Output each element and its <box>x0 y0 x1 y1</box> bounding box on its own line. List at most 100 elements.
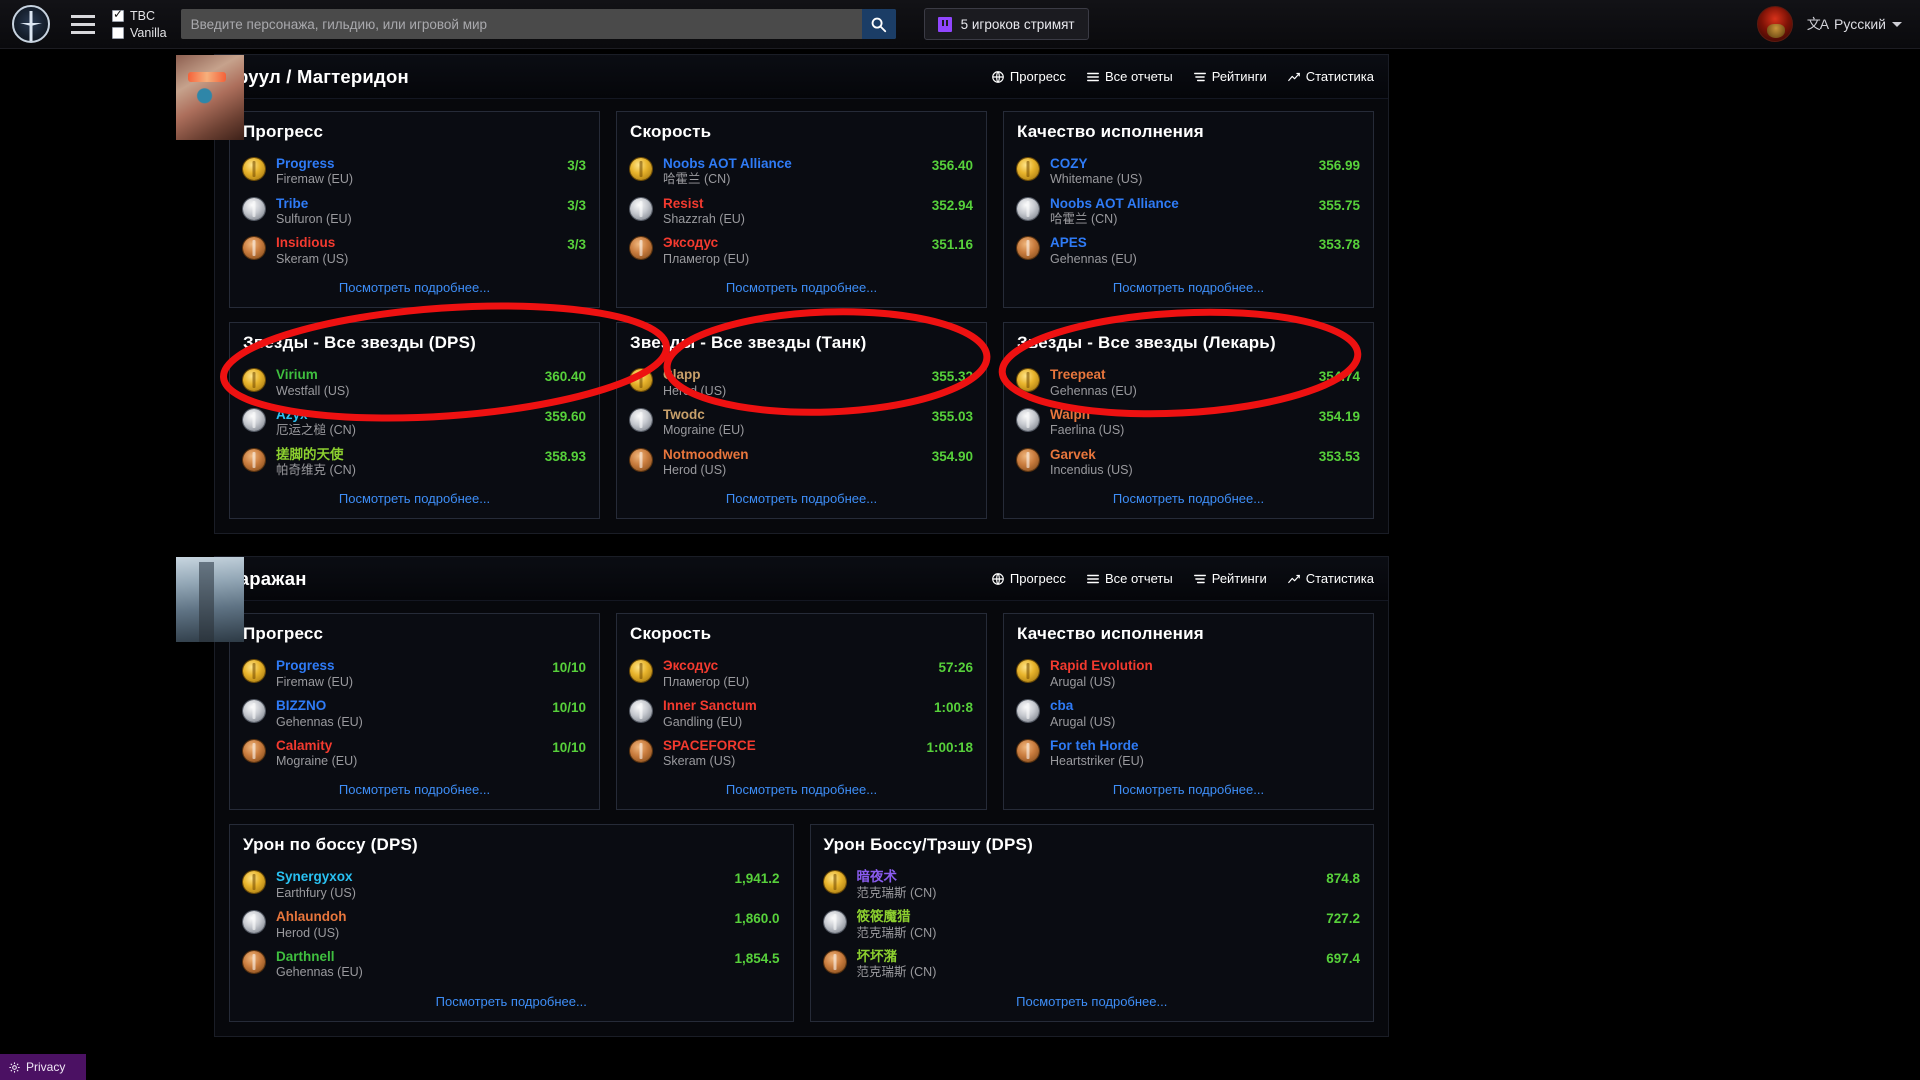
rank-name[interactable]: APES <box>1050 235 1308 251</box>
avatar[interactable] <box>1756 6 1793 42</box>
rank-name[interactable]: Progress <box>276 156 556 172</box>
rank-name[interactable]: Progress <box>276 658 541 674</box>
site-logo[interactable] <box>0 0 62 49</box>
medal-gold-icon <box>1017 369 1039 392</box>
search-bar <box>180 9 896 39</box>
view-more-link[interactable]: Посмотреть подробнее... <box>630 491 973 506</box>
version-option-tbc[interactable]: TBC <box>112 8 167 23</box>
card-title: Скорость <box>630 122 712 141</box>
medal-bronze-icon <box>243 950 265 973</box>
rank-name[interactable]: Rapid Evolution <box>1050 658 1349 674</box>
rank-value: 3/3 <box>567 197 586 213</box>
raid-link-list[interactable]: Все отчеты <box>1086 69 1173 84</box>
rank-name[interactable]: Azyx <box>276 407 534 423</box>
rank-realm: Herod (US) <box>276 925 340 940</box>
raid-link-globe[interactable]: Прогресс <box>991 69 1066 84</box>
rank-name[interactable]: 暗夜术 <box>857 869 1316 885</box>
view-more-link[interactable]: Посмотреть подробнее... <box>1017 782 1360 797</box>
medal-silver-icon <box>630 197 652 220</box>
hamburger-icon[interactable] <box>66 14 100 34</box>
card-title: Качество исполнения <box>1017 122 1204 141</box>
rank-names: Treepeat Gehennas (EU) <box>1050 367 1308 399</box>
rank-name[interactable]: Ahlaundoh <box>276 909 723 925</box>
rank-name[interactable]: Virium <box>276 367 534 383</box>
rank-value: 727.2 <box>1326 911 1360 927</box>
rank-value: 3/3 <box>567 237 586 253</box>
twitch-streams-label: 5 игроков стримят <box>960 16 1075 32</box>
twitch-streams-button[interactable]: 5 игроков стримят <box>923 8 1089 40</box>
view-more-link[interactable]: Посмотреть подробнее... <box>243 491 586 506</box>
rank-name[interactable]: Treepeat <box>1050 367 1308 383</box>
rank-name[interactable]: 搓脚的天使 <box>276 447 534 463</box>
rank-name[interactable]: Twodc <box>663 407 921 423</box>
rank-name[interactable]: For teh Horde <box>1050 738 1349 754</box>
rank-name[interactable]: Эксодус <box>663 235 921 251</box>
rank-name[interactable]: Inner Sanctum <box>663 698 923 714</box>
rank-row: Tribe Sulfuron (EU) 3/3 <box>243 193 586 233</box>
rank-name[interactable]: Synergyxox <box>276 869 723 885</box>
view-more-link[interactable]: Посмотреть подробнее... <box>630 280 973 295</box>
rank-name[interactable]: Noobs AOT Alliance <box>663 156 921 172</box>
medal-silver-icon <box>1017 197 1039 220</box>
rank-name[interactable]: Resist <box>663 196 921 212</box>
rank-name[interactable]: Insidious <box>276 235 556 251</box>
view-more-link[interactable]: Посмотреть подробнее... <box>1017 280 1360 295</box>
raid-link-label: Все отчеты <box>1104 571 1173 587</box>
language-selector[interactable]: 文A Русский <box>1807 14 1902 34</box>
rank-names: Darthnell Gehennas (EU) <box>276 949 723 981</box>
raid-link-label: Рейтинги <box>1211 571 1267 587</box>
cards-row: Прогресс Progress Firemaw (EU) 10/10 BIZZNO G… <box>215 601 1388 824</box>
view-more-link[interactable]: Посмотреть подробнее... <box>243 280 586 295</box>
rank-list: Эксодус Пламегор (EU) 57:26 Inner Sanctum Ga… <box>630 655 973 774</box>
raid-link-globe[interactable]: Прогресс <box>991 571 1066 586</box>
rank-name[interactable]: Notmoodwen <box>663 447 921 463</box>
rank-realm: Gehennas (EU) <box>276 965 363 980</box>
rank-name[interactable]: Calamity <box>276 738 541 754</box>
medal-gold-icon <box>630 660 652 683</box>
raid-panel: Груул / Магтеридон Прогресс Все отчеты Рейт… <box>176 54 1389 535</box>
search-icon[interactable] <box>861 9 896 39</box>
checkbox-tbc-icon[interactable] <box>112 8 124 22</box>
stat-card: Звезды - Все звезды (Лекарь) Treepeat Gehe… <box>1003 322 1374 520</box>
rank-names: Virium Westfall (US) <box>276 367 534 399</box>
raid-link-list[interactable]: Все отчеты <box>1086 571 1173 586</box>
version-option-vanilla[interactable]: Vanilla <box>112 26 167 40</box>
rank-name[interactable]: Darthnell <box>276 949 723 965</box>
rank-value: 354.90 <box>931 448 973 464</box>
view-more-link[interactable]: Посмотреть подробнее... <box>243 782 586 797</box>
rank-name[interactable]: SPACEFORCE <box>663 738 915 754</box>
raid-link-trend[interactable]: Статистика <box>1287 69 1374 84</box>
rank-name[interactable]: Clapp <box>663 367 921 383</box>
rank-row: Inner Sanctum Gandling (EU) 1:00:8 <box>630 695 973 735</box>
view-more-link[interactable]: Посмотреть подробнее... <box>630 782 973 797</box>
search-input[interactable] <box>180 9 862 39</box>
rank-name[interactable]: 坏坏潴 <box>857 949 1316 965</box>
checkbox-vanilla-icon[interactable] <box>112 26 124 39</box>
rank-name[interactable]: Garvek <box>1050 447 1308 463</box>
rank-name[interactable]: Tribe <box>276 196 556 212</box>
medal-bronze-icon <box>630 739 652 762</box>
rank-realm: Gehennas (EU) <box>276 714 363 729</box>
medal-bronze-icon <box>823 950 846 973</box>
rank-value: 10/10 <box>552 700 586 716</box>
rank-value: 697.4 <box>1326 950 1360 966</box>
rank-name[interactable]: 筱筱魔猎 <box>857 909 1316 925</box>
rank-names: Walph Faerlina (US) <box>1050 407 1308 439</box>
language-label: Русский <box>1834 16 1886 32</box>
view-more-link[interactable]: Посмотреть подробнее... <box>243 994 780 1009</box>
view-more-link[interactable]: Посмотреть подробнее... <box>824 994 1361 1009</box>
rank-name[interactable]: BIZZNO <box>276 698 541 714</box>
raid-link-bars[interactable]: Рейтинги <box>1193 571 1267 586</box>
raid-link-trend[interactable]: Статистика <box>1287 571 1374 586</box>
rank-name[interactable]: COZY <box>1050 156 1308 172</box>
privacy-button[interactable]: Privacy <box>0 1054 86 1080</box>
medal-gold-icon <box>1017 158 1039 180</box>
raid-link-bars[interactable]: Рейтинги <box>1193 69 1267 84</box>
rank-name[interactable]: Noobs AOT Alliance <box>1050 196 1308 212</box>
rank-name[interactable]: cba <box>1050 698 1349 714</box>
twitch-icon <box>937 16 952 32</box>
rank-name[interactable]: Эксодус <box>663 658 927 674</box>
stat-card: Качество исполнения COZY Whitemane (US) 356… <box>1003 111 1374 309</box>
view-more-link[interactable]: Посмотреть подробнее... <box>1017 491 1360 506</box>
rank-name[interactable]: Walph <box>1050 407 1308 423</box>
